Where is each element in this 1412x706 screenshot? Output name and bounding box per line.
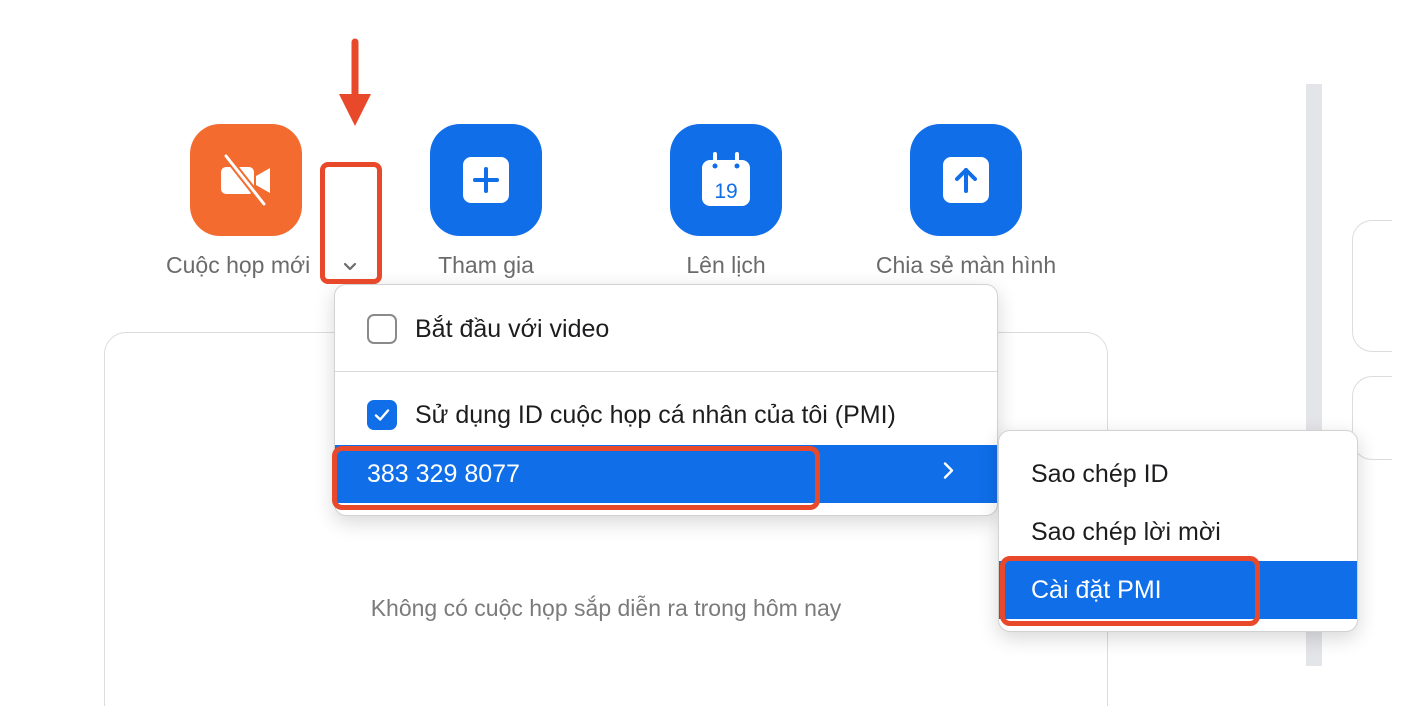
submenu-item-copy-invite[interactable]: Sao chép lời mời xyxy=(999,503,1357,561)
side-card-bottom xyxy=(1352,376,1392,460)
new-meeting-button[interactable] xyxy=(190,124,302,236)
submenu-item-label: Sao chép lời mời xyxy=(1031,517,1221,546)
join-label: Tham gia xyxy=(438,252,534,278)
menu-item-label: Sử dụng ID cuộc họp cá nhân của tôi (PMI… xyxy=(415,400,896,429)
plus-icon xyxy=(463,157,509,203)
share-screen-button[interactable] xyxy=(910,124,1022,236)
menu-divider xyxy=(335,371,997,372)
use-pmi-checkbox[interactable] xyxy=(367,400,397,430)
join-button[interactable] xyxy=(430,124,542,236)
calendar-icon: 19 xyxy=(702,152,750,206)
annotation-box-pmi-number xyxy=(332,446,820,510)
checkmark-icon xyxy=(374,409,390,421)
annotation-box-dropdown xyxy=(320,162,382,284)
new-meeting-label: Cuộc họp mới xyxy=(166,252,311,278)
upload-icon xyxy=(943,157,989,203)
schedule-label: Lên lịch xyxy=(686,252,766,278)
submenu-item-label: Sao chép ID xyxy=(1031,459,1169,488)
share-screen-label: Chia sẻ màn hình xyxy=(875,252,1057,278)
chevron-right-icon xyxy=(941,460,957,489)
video-off-icon xyxy=(221,152,270,208)
annotation-arrow-icon xyxy=(339,38,371,126)
svg-text:19: 19 xyxy=(714,180,737,203)
start-video-checkbox[interactable] xyxy=(367,314,397,344)
annotation-box-pmi-settings xyxy=(1000,556,1260,626)
menu-item-start-with-video[interactable]: Bắt đầu với video xyxy=(335,299,997,359)
schedule-button[interactable]: 19 xyxy=(670,124,782,236)
side-card-top xyxy=(1352,220,1392,352)
menu-item-use-pmi[interactable]: Sử dụng ID cuộc họp cá nhân của tôi (PMI… xyxy=(335,385,997,445)
submenu-item-copy-id[interactable]: Sao chép ID xyxy=(999,445,1357,503)
menu-item-label: Bắt đầu với video xyxy=(415,314,610,343)
no-meetings-text: Không có cuộc họp sắp diễn ra trong hôm … xyxy=(370,595,842,621)
